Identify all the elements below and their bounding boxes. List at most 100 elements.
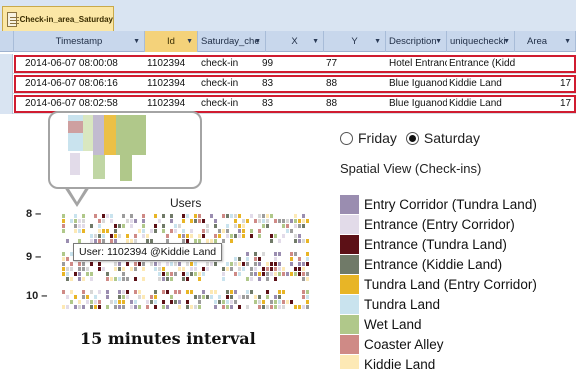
heatmap-cell[interactable] bbox=[254, 267, 257, 271]
heatmap-cell[interactable] bbox=[258, 214, 261, 218]
sort-filter-icon[interactable]: ▼ bbox=[186, 38, 193, 45]
heatmap-cell[interactable] bbox=[242, 262, 245, 266]
tab-check-in-area-saturday[interactable]: Check-in_area_Saturday bbox=[2, 6, 114, 31]
heatmap-cell[interactable] bbox=[290, 257, 293, 261]
heatmap-cell[interactable] bbox=[74, 272, 77, 276]
heatmap-cell[interactable] bbox=[122, 305, 125, 309]
heatmap-cell[interactable] bbox=[118, 277, 121, 281]
cell-description[interactable]: Hotel Entrance bbox=[389, 54, 447, 74]
heatmap-cell[interactable] bbox=[270, 272, 273, 276]
heatmap-cell[interactable] bbox=[274, 305, 277, 309]
heatmap-cell[interactable] bbox=[86, 300, 89, 304]
col-x[interactable]: X ▼ bbox=[266, 31, 324, 52]
heatmap-cell[interactable] bbox=[226, 300, 229, 304]
col-y[interactable]: Y ▼ bbox=[324, 31, 386, 52]
heatmap-cell[interactable] bbox=[78, 262, 81, 266]
heatmap-cell[interactable] bbox=[98, 229, 101, 233]
heatmap-cell[interactable] bbox=[270, 305, 273, 309]
heatmap-cell[interactable] bbox=[298, 234, 301, 238]
heatmap-cell[interactable] bbox=[162, 214, 165, 218]
heatmap-cell[interactable] bbox=[222, 214, 225, 218]
heatmap-cell[interactable] bbox=[90, 262, 93, 266]
heatmap-cell[interactable] bbox=[234, 219, 237, 223]
heatmap-cell[interactable] bbox=[266, 277, 269, 281]
heatmap-cell[interactable] bbox=[138, 262, 141, 266]
heatmap-cell[interactable] bbox=[230, 295, 233, 299]
heatmap-cell[interactable] bbox=[122, 224, 125, 228]
table-row[interactable]: 2014-06-07 08:06:16 1102394 check-in 83 … bbox=[0, 74, 576, 94]
heatmap-cell[interactable] bbox=[186, 290, 189, 294]
heatmap-cell[interactable] bbox=[202, 272, 205, 276]
chevron-down-icon[interactable]: ▼ bbox=[133, 38, 140, 45]
heatmap-cell[interactable] bbox=[306, 252, 309, 256]
heatmap-cell[interactable] bbox=[270, 234, 273, 238]
heatmap-cell[interactable] bbox=[306, 295, 309, 299]
heatmap-cell[interactable] bbox=[190, 305, 193, 309]
heatmap-cell[interactable] bbox=[254, 300, 257, 304]
heatmap-cell[interactable] bbox=[154, 224, 157, 228]
heatmap-cell[interactable] bbox=[142, 262, 145, 266]
heatmap-cell[interactable] bbox=[250, 234, 253, 238]
heatmap-cell[interactable] bbox=[254, 295, 257, 299]
heatmap-cell[interactable] bbox=[254, 272, 257, 276]
heatmap-cell[interactable] bbox=[78, 267, 81, 271]
heatmap-cell[interactable] bbox=[86, 295, 89, 299]
heatmap-cell[interactable] bbox=[142, 224, 145, 228]
heatmap-cell[interactable] bbox=[118, 267, 121, 271]
heatmap-cell[interactable] bbox=[262, 252, 265, 256]
cell-area[interactable]: 17 bbox=[560, 74, 571, 94]
heatmap-cell[interactable] bbox=[170, 219, 173, 223]
cell-x[interactable]: 83 bbox=[262, 94, 273, 114]
heatmap-cell[interactable] bbox=[162, 224, 165, 228]
heatmap-cell[interactable] bbox=[282, 300, 285, 304]
heatmap-cell[interactable] bbox=[306, 290, 309, 294]
col-id[interactable]: Id ▼ bbox=[145, 31, 198, 52]
heatmap-cell[interactable] bbox=[242, 234, 245, 238]
heatmap-cell[interactable] bbox=[278, 252, 281, 256]
heatmap-cell[interactable] bbox=[258, 272, 261, 276]
heatmap-cell[interactable] bbox=[230, 239, 233, 243]
heatmap-cell[interactable] bbox=[182, 267, 185, 271]
heatmap-cell[interactable] bbox=[114, 224, 117, 228]
heatmap-cell[interactable] bbox=[66, 305, 69, 309]
heatmap-cell[interactable] bbox=[214, 234, 217, 238]
heatmap-cell[interactable] bbox=[206, 295, 209, 299]
heatmap-cell[interactable] bbox=[114, 277, 117, 281]
heatmap-cell[interactable] bbox=[66, 295, 69, 299]
heatmap-cell[interactable] bbox=[170, 272, 173, 276]
heatmap-cell[interactable] bbox=[202, 267, 205, 271]
heatmap-cell[interactable] bbox=[134, 234, 137, 238]
chevron-down-icon[interactable]: ▼ bbox=[564, 38, 571, 45]
heatmap-cell[interactable] bbox=[278, 219, 281, 223]
cell-checkin[interactable]: check-in bbox=[201, 94, 238, 114]
heatmap-cell[interactable] bbox=[126, 262, 129, 266]
heatmap-cell[interactable] bbox=[262, 267, 265, 271]
heatmap-cell[interactable] bbox=[306, 300, 309, 304]
radio-friday[interactable] bbox=[340, 131, 353, 145]
heatmap-cell[interactable] bbox=[166, 272, 169, 276]
heatmap-cell[interactable] bbox=[266, 214, 269, 218]
cell-uniquecheckin[interactable]: Kiddie Land bbox=[449, 74, 515, 94]
heatmap-cell[interactable] bbox=[126, 290, 129, 294]
heatmap-cell[interactable] bbox=[194, 295, 197, 299]
heatmap-cell[interactable] bbox=[294, 252, 297, 256]
heatmap-cell[interactable] bbox=[182, 219, 185, 223]
heatmap-cell[interactable] bbox=[150, 300, 153, 304]
heatmap-cell[interactable] bbox=[218, 300, 221, 304]
heatmap-cell[interactable] bbox=[222, 229, 225, 233]
heatmap-cell[interactable] bbox=[82, 290, 85, 294]
heatmap-cell[interactable] bbox=[78, 224, 81, 228]
heatmap-cell[interactable] bbox=[78, 219, 81, 223]
heatmap-cell[interactable] bbox=[126, 277, 129, 281]
heatmap-cell[interactable] bbox=[74, 214, 77, 218]
heatmap-cell[interactable] bbox=[118, 224, 121, 228]
heatmap-cell[interactable] bbox=[166, 290, 169, 294]
heatmap-cell[interactable] bbox=[214, 290, 217, 294]
heatmap-cell[interactable] bbox=[94, 295, 97, 299]
heatmap-cell[interactable] bbox=[298, 224, 301, 228]
heatmap-cell[interactable] bbox=[198, 305, 201, 309]
heatmap-cell[interactable] bbox=[206, 229, 209, 233]
heatmap-cell[interactable] bbox=[114, 300, 117, 304]
col-saturday-checkin[interactable]: Saturday_che ▼ bbox=[198, 31, 266, 52]
heatmap-cell[interactable] bbox=[250, 277, 253, 281]
